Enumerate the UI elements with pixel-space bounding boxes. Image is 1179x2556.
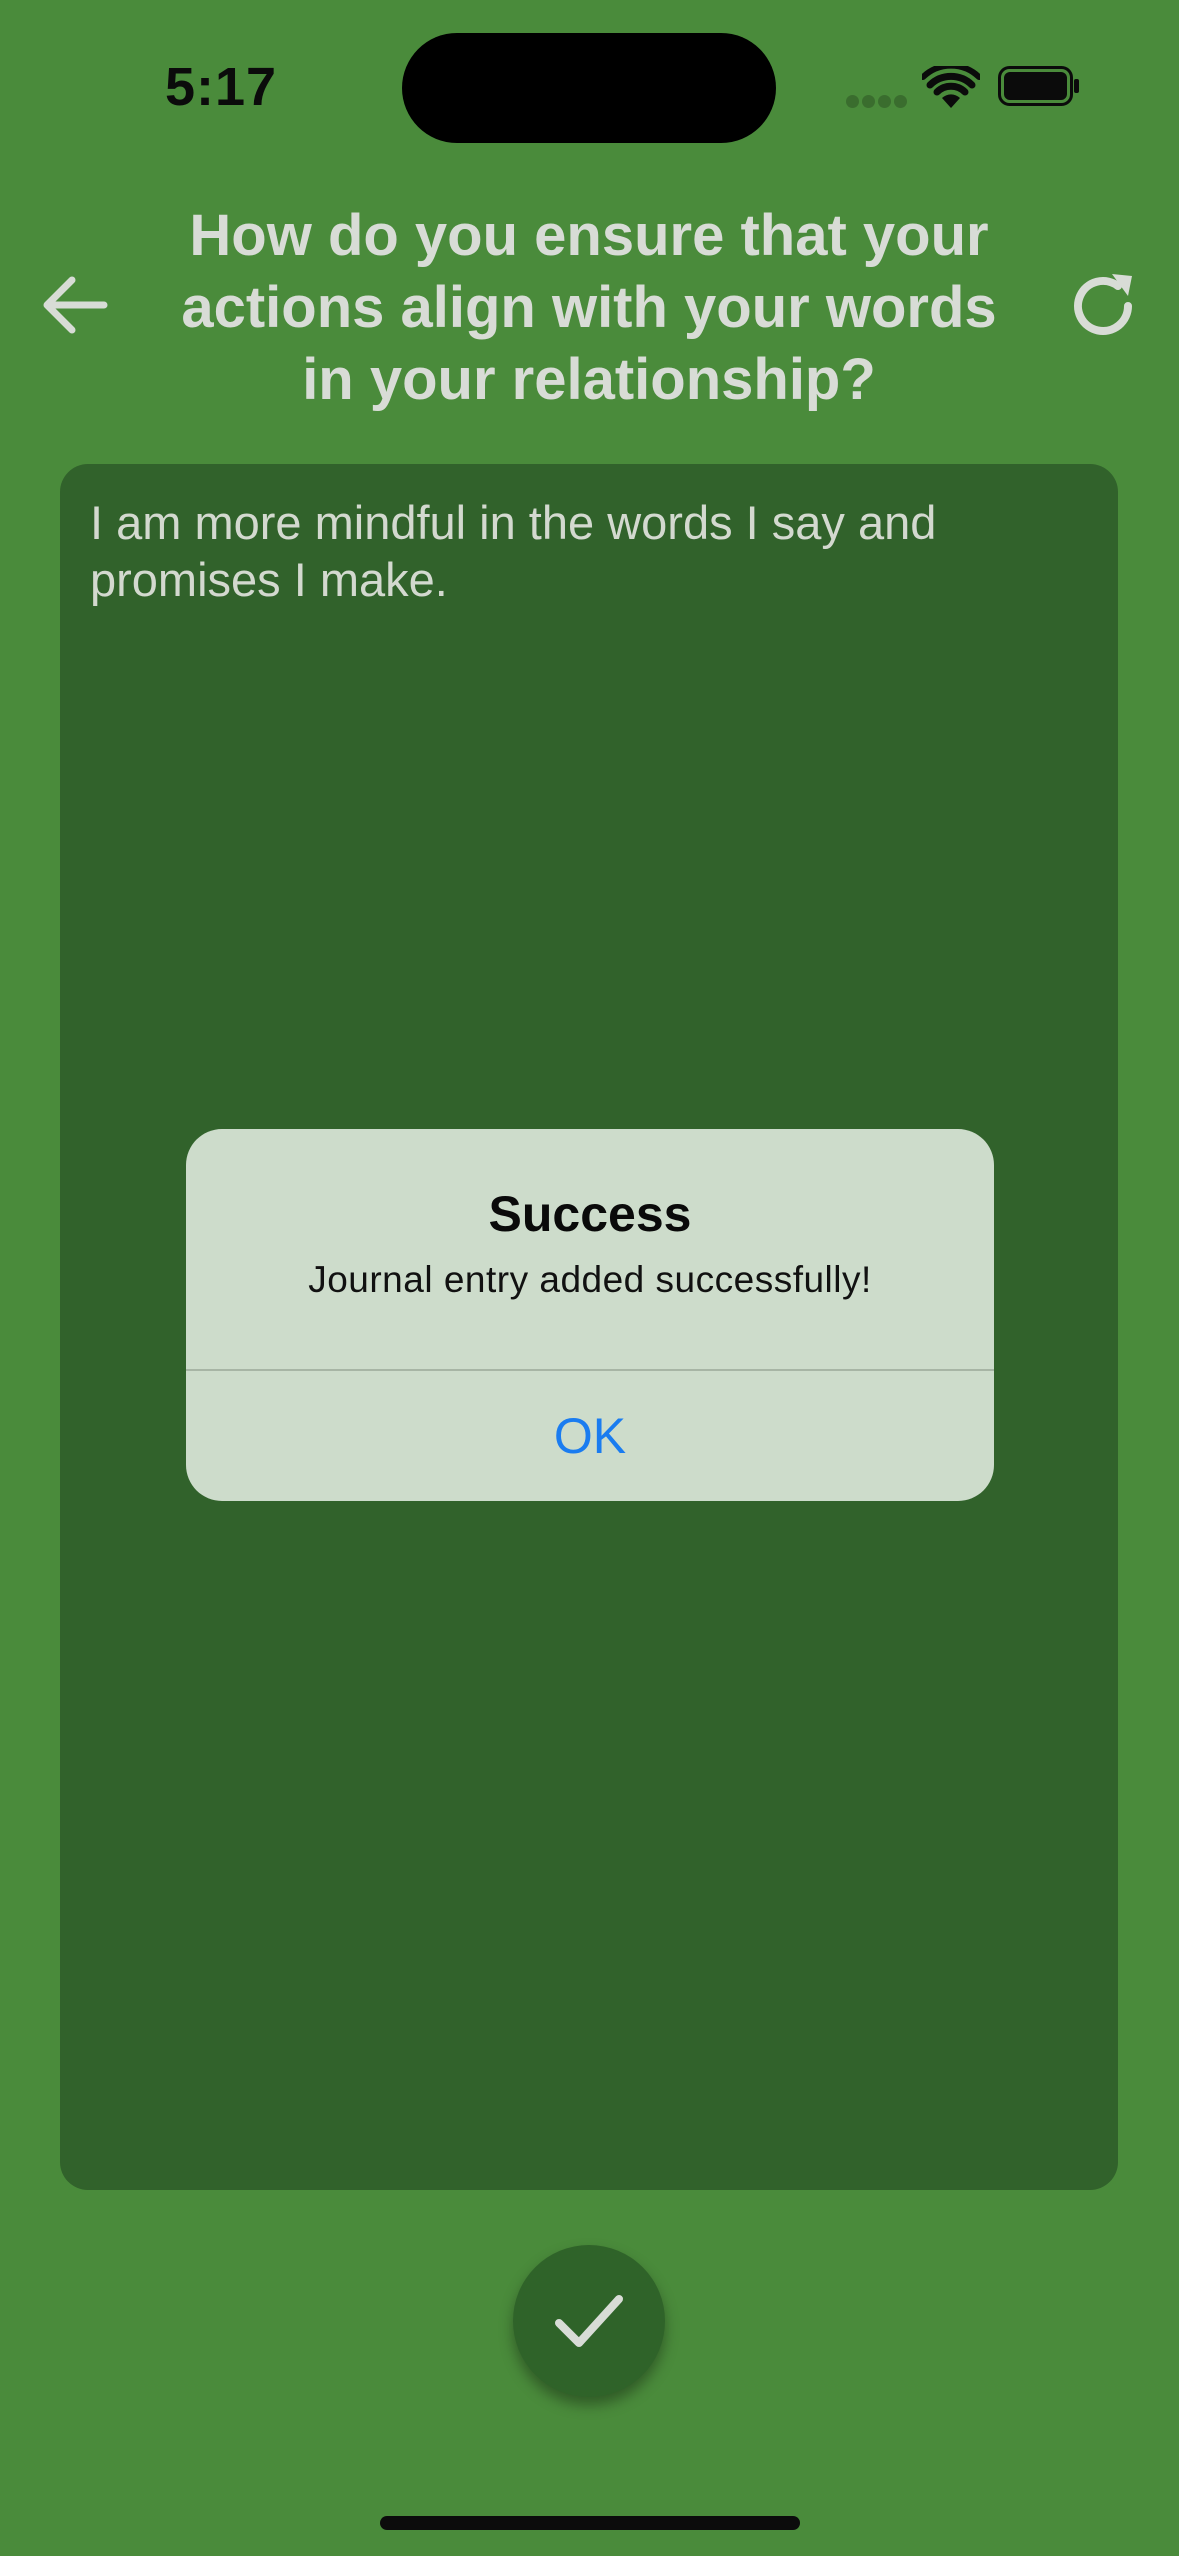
status-bar: 5:17 [0,0,1179,160]
status-time: 5:17 [165,57,278,117]
submit-button[interactable] [513,2245,665,2397]
wifi-icon [922,66,980,108]
alert-ok-button[interactable]: OK [186,1371,994,1501]
arrow-left-icon [43,276,108,334]
alert-title: Success [488,1186,692,1242]
refresh-icon [1074,274,1132,335]
refresh-button[interactable] [1068,270,1140,342]
question-title: How do you ensure that your actions alig… [181,203,997,412]
cellular-signal-icon [846,95,907,109]
journal-entry-text[interactable]: I am more mindful in the words I say and… [90,494,1070,608]
back-button[interactable] [40,270,110,340]
home-indicator[interactable] [380,2516,800,2530]
alert-message: Journal entry added successfully! [308,1259,872,1300]
battery-icon [998,66,1079,106]
checkmark-icon [555,2295,623,2347]
success-alert: Success Journal entry added successfully… [186,1129,994,1501]
dynamic-island [402,33,776,143]
